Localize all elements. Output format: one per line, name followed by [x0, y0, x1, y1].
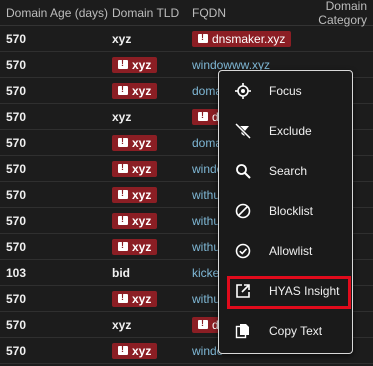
tld-text: xyz — [132, 161, 152, 176]
flag-badge: xyz — [112, 290, 158, 307]
cell-domain-tld[interactable]: xyz — [112, 238, 192, 255]
tld-text: xyz — [132, 57, 152, 72]
alert-icon — [118, 344, 128, 355]
cell-domain-age: 570 — [6, 213, 27, 228]
cell-domain-tld[interactable]: xyz — [112, 318, 192, 332]
fqdn-link[interactable]: kicke — [192, 266, 219, 280]
alert-icon — [118, 162, 128, 173]
cell-domain-age: 570 — [6, 161, 27, 176]
menu-item-label: Search — [269, 164, 308, 178]
cell-domain-age: 570 — [6, 109, 27, 124]
cell-fqdn[interactable]: dnsmaker.xyz — [192, 30, 297, 47]
cell-domain-tld[interactable]: xyz — [112, 290, 192, 307]
menu-item-exclude[interactable]: Exclude — [219, 113, 350, 149]
cell-domain-tld[interactable]: xyz — [112, 160, 192, 177]
tld-text: xyz — [132, 187, 152, 202]
cell-domain-age: 570 — [6, 135, 27, 150]
tld-text: xyz — [132, 135, 152, 150]
cell-domain-tld[interactable]: bid — [112, 266, 192, 280]
menu-item-label: Allowlist — [269, 244, 313, 258]
alert-icon — [118, 58, 128, 69]
alert-icon — [118, 240, 128, 251]
tld-text: xyz — [112, 31, 132, 46]
flag-badge: xyz — [112, 56, 158, 73]
cell-domain-tld[interactable]: xyz — [112, 56, 192, 73]
cell-domain-age: 570 — [6, 187, 27, 202]
cell-domain-age: 103 — [6, 265, 27, 280]
cell-domain-age: 570 — [6, 57, 27, 72]
col-header-domain-category[interactable]: Domain Category — [297, 0, 373, 27]
flag-badge: xyz — [112, 238, 158, 255]
cell-domain-age: 570 — [6, 291, 27, 306]
tld-text: xyz — [112, 317, 132, 332]
fqdn-link[interactable]: withu — [192, 240, 220, 254]
tld-text: xyz — [132, 83, 152, 98]
menu-item-allowlist[interactable]: Allowlist — [219, 233, 350, 269]
cell-domain-age: 570 — [6, 317, 27, 332]
fqdn-text: dnsmaker.xyz — [212, 31, 286, 46]
menu-item-copy-text[interactable]: Copy Text — [219, 313, 350, 349]
flag-badge: xyz — [112, 160, 158, 177]
fqdn-link[interactable]: withu — [192, 188, 220, 202]
allowlist-icon — [235, 243, 251, 259]
tld-text: xyz — [132, 239, 152, 254]
menu-item-search[interactable]: Search — [219, 153, 350, 189]
copy-icon — [235, 323, 251, 339]
tld-text: xyz — [132, 343, 152, 358]
search-icon — [235, 163, 251, 179]
table-row[interactable]: 570 xyz dnsmaker.xyz — [0, 26, 373, 52]
cell-domain-age: 570 — [6, 83, 27, 98]
alert-icon — [198, 318, 208, 329]
cell-domain-age: 570 — [6, 343, 27, 358]
menu-item-focus[interactable]: Focus — [219, 73, 350, 109]
blocklist-icon — [235, 203, 251, 219]
flag-badge: xyz — [112, 212, 158, 229]
cell-domain-tld[interactable]: xyz — [112, 342, 192, 359]
alert-icon — [118, 214, 128, 225]
alert-icon — [198, 110, 208, 121]
alert-icon — [118, 188, 128, 199]
flag-badge: xyz — [112, 82, 158, 99]
menu-item-label: Exclude — [269, 124, 312, 138]
tld-text: xyz — [132, 213, 152, 228]
menu-item-label: Copy Text — [269, 324, 323, 338]
cell-domain-tld[interactable]: xyz — [112, 212, 192, 229]
cell-domain-age: 570 — [6, 239, 27, 254]
cell-domain-tld[interactable]: xyz — [112, 134, 192, 151]
col-header-domain-age[interactable]: Domain Age (days) — [0, 6, 112, 20]
cell-domain-tld[interactable]: xyz — [112, 110, 192, 124]
menu-item-blocklist[interactable]: Blocklist — [219, 193, 350, 229]
cell-domain-tld[interactable]: xyz — [112, 82, 192, 99]
flag-badge: xyz — [112, 134, 158, 151]
fqdn-link[interactable]: withu — [192, 292, 220, 306]
highlight-box — [227, 276, 351, 309]
flag-badge: xyz — [112, 342, 158, 359]
cell-domain-age: 570 — [6, 31, 27, 46]
tld-text: xyz — [132, 291, 152, 306]
alert-icon — [118, 292, 128, 303]
focus-icon — [235, 83, 251, 99]
table-header: Domain Age (days) Domain TLD FQDN Domain… — [0, 0, 373, 27]
context-menu: Focus Exclude Search Blocklist Allowlist… — [218, 70, 353, 354]
flag-badge: xyz — [112, 186, 158, 203]
fqdn-link[interactable]: withu — [192, 214, 220, 228]
cell-domain-tld[interactable]: xyz — [112, 32, 192, 46]
alert-icon — [118, 84, 128, 95]
flag-badge: dnsmaker.xyz — [192, 30, 292, 47]
menu-item-label: Blocklist — [269, 204, 314, 218]
exclude-filter-icon — [234, 122, 252, 140]
menu-item-label: Focus — [269, 84, 302, 98]
col-header-domain-tld[interactable]: Domain TLD — [112, 6, 192, 20]
tld-text: xyz — [112, 109, 132, 124]
alert-icon — [198, 32, 208, 43]
tld-text: bid — [112, 265, 130, 280]
cell-domain-tld[interactable]: xyz — [112, 186, 192, 203]
col-header-fqdn[interactable]: FQDN — [192, 6, 297, 20]
alert-icon — [118, 136, 128, 147]
